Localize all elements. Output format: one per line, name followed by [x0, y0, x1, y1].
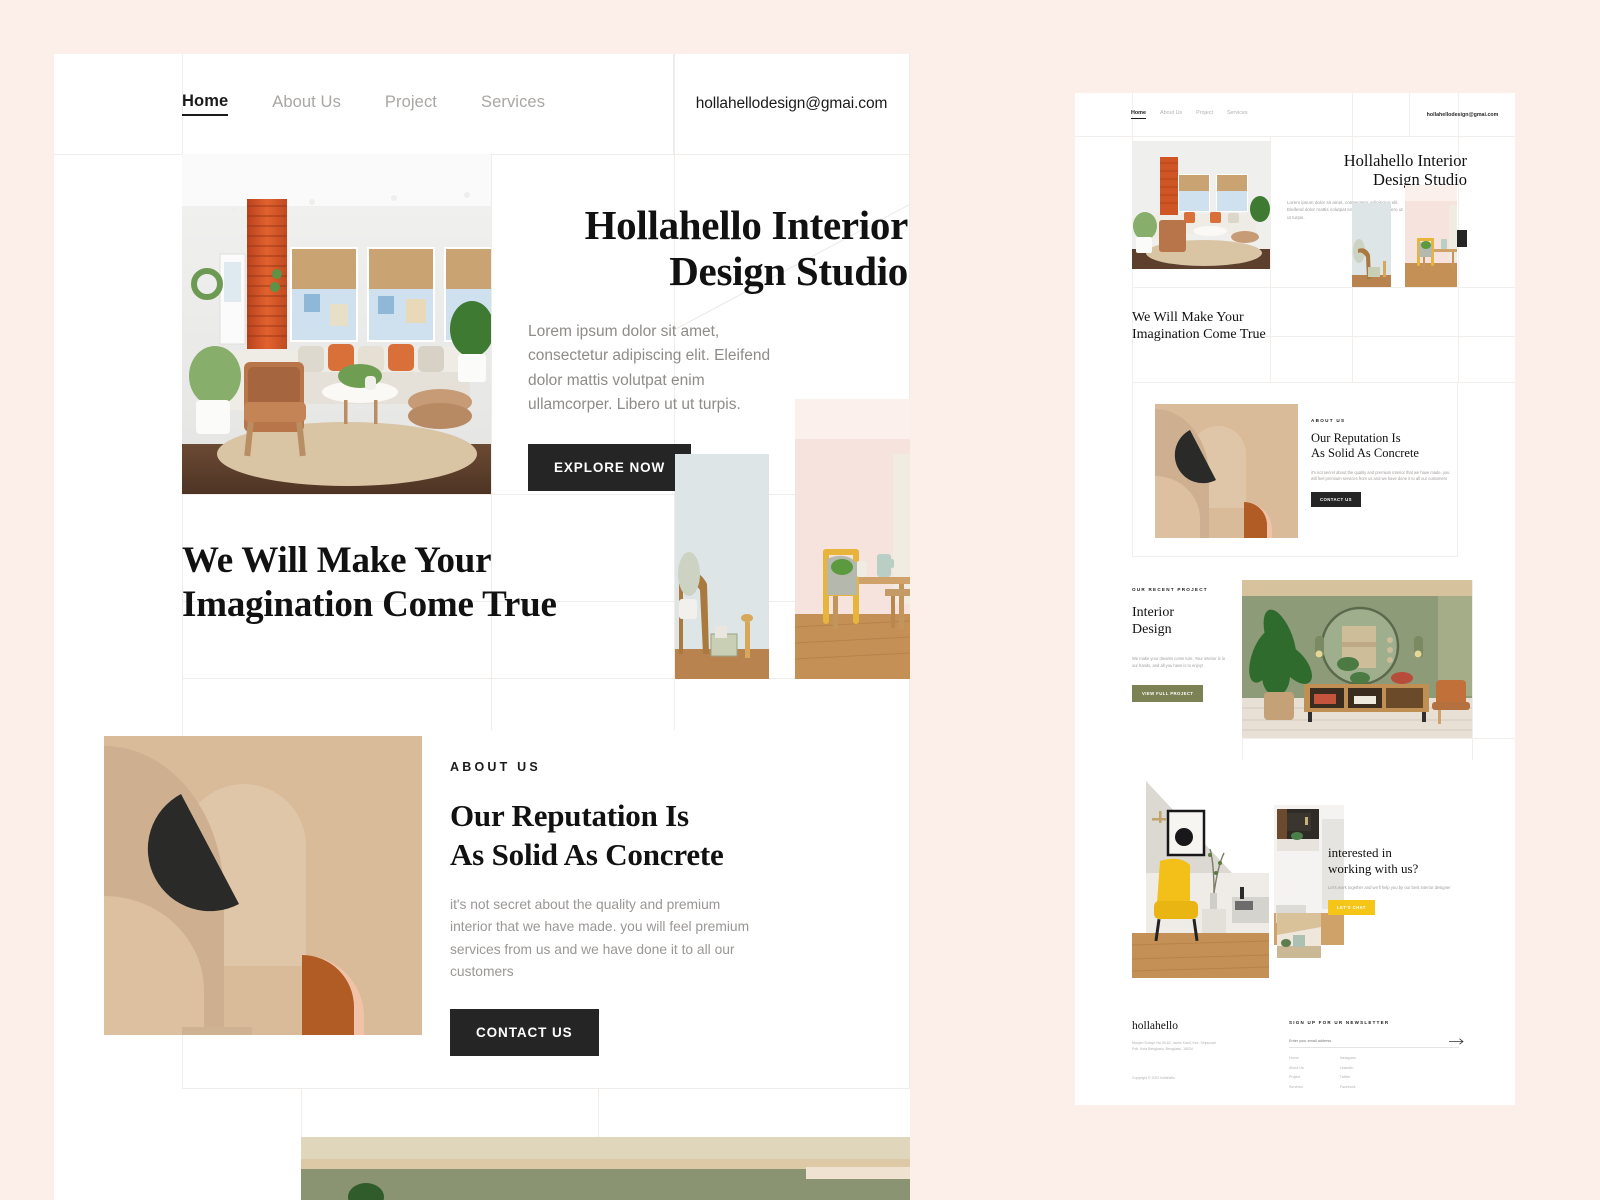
contact-us-button[interactable]: CONTACT US: [450, 1009, 599, 1057]
footer-link-services[interactable]: Services: [1289, 1085, 1304, 1089]
guide-line: [182, 1088, 910, 1089]
nav-email-link[interactable]: hollahellodesign@gmai.com: [673, 54, 910, 154]
mini-about-body: it's not secret about the quality and pr…: [1311, 469, 1450, 482]
about-body: it's not secret about the quality and pr…: [450, 897, 750, 980]
mini-tagline-title: We Will Make Your Imagination Come True: [1132, 310, 1266, 344]
mini-nav-links: Home About Us Project Services: [1131, 110, 1248, 119]
mini-navbar: Home About Us Project Services hollahell…: [1075, 93, 1515, 136]
about-section: ABOUT US Our Reputation Is As Solid As C…: [54, 678, 910, 1088]
mini-nav-link-about-us[interactable]: About Us: [1160, 110, 1182, 119]
mini-hero-title-line1: Hollahello Interior: [1343, 151, 1467, 170]
nav-link-services[interactable]: Services: [481, 93, 545, 115]
tagline-section: We Will Make Your Imagination Come True: [54, 501, 910, 678]
about-title-line1: Our Reputation Is: [450, 798, 689, 833]
guide-line: [1270, 136, 1271, 382]
mini-about-text-block: ABOUT US Our Reputation Is As Solid As C…: [1311, 418, 1461, 507]
hero-title: Hollahello Interior Design Studio: [528, 202, 909, 295]
mini-about-title: Our Reputation Is As Solid As Concrete: [1311, 431, 1461, 462]
footer-link-facebook[interactable]: Facebook: [1340, 1085, 1356, 1089]
view-full-project-button[interactable]: VIEW FULL PROJECT: [1132, 685, 1204, 702]
about-title-line2: As Solid As Concrete: [450, 837, 724, 873]
hero-title-line2: Design Studio: [669, 248, 908, 295]
footer-link-home[interactable]: Home: [1289, 1056, 1304, 1060]
about-title: Our Reputation Is As Solid As Concrete: [450, 796, 790, 874]
about-abstract-shapes-image: [104, 736, 422, 1035]
footer-link-linkedin[interactable]: LinkedIn: [1340, 1066, 1356, 1070]
footer-link-project[interactable]: Project: [1289, 1075, 1304, 1079]
nav-links: Home About Us Project Services: [182, 92, 545, 116]
project-body: We make your dreams come ture, Your inte…: [1132, 656, 1225, 668]
mini-tagline-line2: Imagination Come True: [1132, 326, 1266, 342]
footer-brand-logo: hollahello: [1132, 1020, 1178, 1032]
footer-copyright: Copyright © 2022 hollahello: [1132, 1076, 1176, 1080]
nav-link-about-us[interactable]: About Us: [272, 93, 341, 115]
footer-link-instagram[interactable]: Instagram: [1340, 1056, 1356, 1060]
project-title-line2: Design: [1132, 621, 1172, 637]
mini-nav-email-link[interactable]: hollahellodesign@gmai.com: [1409, 93, 1515, 136]
gallery-cta-section: interested in working with us? Let's wor…: [1075, 773, 1515, 988]
tagline-title: We Will Make Your Imagination Come True: [182, 539, 557, 626]
mini-about-title-line2: As Solid As Concrete: [1311, 446, 1419, 461]
footer-address: Manjen Sutoyo No.30-62, Jamis Kauli, Kec…: [1132, 1041, 1216, 1052]
mini-hero-secondary-image-chair: [1352, 203, 1391, 287]
hero-subtitle: Lorem ipsum dolor sit amet, consectetur …: [528, 322, 771, 414]
project-title-line1: Interior: [1132, 605, 1174, 620]
mini-hero-living-room-image: [1132, 141, 1270, 269]
recent-project-section: OUR RECENT PROJECT Interior Design We ma…: [1075, 580, 1515, 760]
newsletter-email-input[interactable]: [1289, 1039, 1459, 1048]
gallery-attic-room-image: [1277, 913, 1321, 958]
footer-links-social: Instagram LinkedIn Twitter Facebook: [1340, 1056, 1356, 1089]
project-eyebrow: OUR RECENT PROJECT: [1132, 587, 1208, 592]
mini-nav-link-project[interactable]: Project: [1196, 110, 1213, 119]
footer: hollahello Manjen Sutoyo No.30-62, Jamis…: [1075, 1008, 1515, 1105]
guide-line: [1132, 287, 1515, 288]
cta-title-line2: working with us?: [1328, 860, 1419, 876]
desktop-mockup-full-page: Home About Us Project Services hollahell…: [1075, 93, 1515, 1105]
nav-link-home[interactable]: Home: [182, 92, 229, 116]
tagline-line2: Imagination Come True: [182, 583, 557, 625]
footer-link-columns: Home About Us Project Services Instagram…: [1289, 1056, 1356, 1089]
next-section-teaser-image: [301, 1137, 910, 1200]
navbar: Home About Us Project Services hollahell…: [54, 54, 910, 154]
newsletter-title: SIGN UP FOR UR NEWSLETTER: [1289, 1020, 1390, 1025]
cta-text-block: interested in working with us? Let's wor…: [1328, 845, 1478, 916]
footer-links-site: Home About Us Project Services: [1289, 1056, 1304, 1089]
mini-nav-link-services[interactable]: Services: [1227, 110, 1248, 119]
cta-title: interested in working with us?: [1328, 845, 1478, 877]
desktop-mockup-large: Home About Us Project Services hollahell…: [54, 54, 910, 1200]
newsletter-submit-arrow-icon[interactable]: [1449, 1038, 1465, 1045]
mini-hero-secondary-image-dining: [1405, 185, 1457, 287]
mini-nav-link-home[interactable]: Home: [1131, 110, 1146, 119]
mini-contact-us-button[interactable]: CONTACT US: [1311, 492, 1361, 507]
project-green-room-image: [1242, 580, 1472, 738]
mini-about-eyebrow: ABOUT US: [1311, 418, 1346, 423]
mini-about-title-line1: Our Reputation Is: [1311, 431, 1401, 445]
mini-about-section: ABOUT US Our Reputation Is As Solid As C…: [1132, 382, 1458, 557]
cta-body: Let's work together and we'll help you b…: [1328, 884, 1451, 890]
cta-title-line1: interested in: [1328, 845, 1392, 860]
mini-about-abstract-shapes-image: [1155, 404, 1298, 538]
about-text-block: ABOUT US Our Reputation Is As Solid As C…: [450, 760, 790, 1057]
gallery-yellow-chair-image: [1132, 773, 1269, 978]
lets-chat-button[interactable]: LET'S CHAT: [1328, 900, 1375, 916]
about-eyebrow: ABOUT US: [450, 760, 541, 774]
guide-line: [1075, 136, 1515, 137]
hero-living-room-image: [182, 154, 491, 494]
footer-link-about-us[interactable]: About Us: [1289, 1066, 1304, 1070]
footer-link-twitter[interactable]: Twitter: [1340, 1075, 1356, 1079]
tagline-line1: We Will Make Your: [182, 540, 492, 581]
explore-now-button[interactable]: EXPLORE NOW: [528, 443, 692, 491]
gallery-dark-kitchen-image: [1277, 809, 1319, 851]
project-title: Interior Design: [1132, 605, 1174, 638]
nav-link-project[interactable]: Project: [385, 93, 437, 115]
hero-title-line1: Hollahello Interior: [584, 202, 909, 248]
mini-tagline-line1: We Will Make Your: [1132, 310, 1244, 325]
